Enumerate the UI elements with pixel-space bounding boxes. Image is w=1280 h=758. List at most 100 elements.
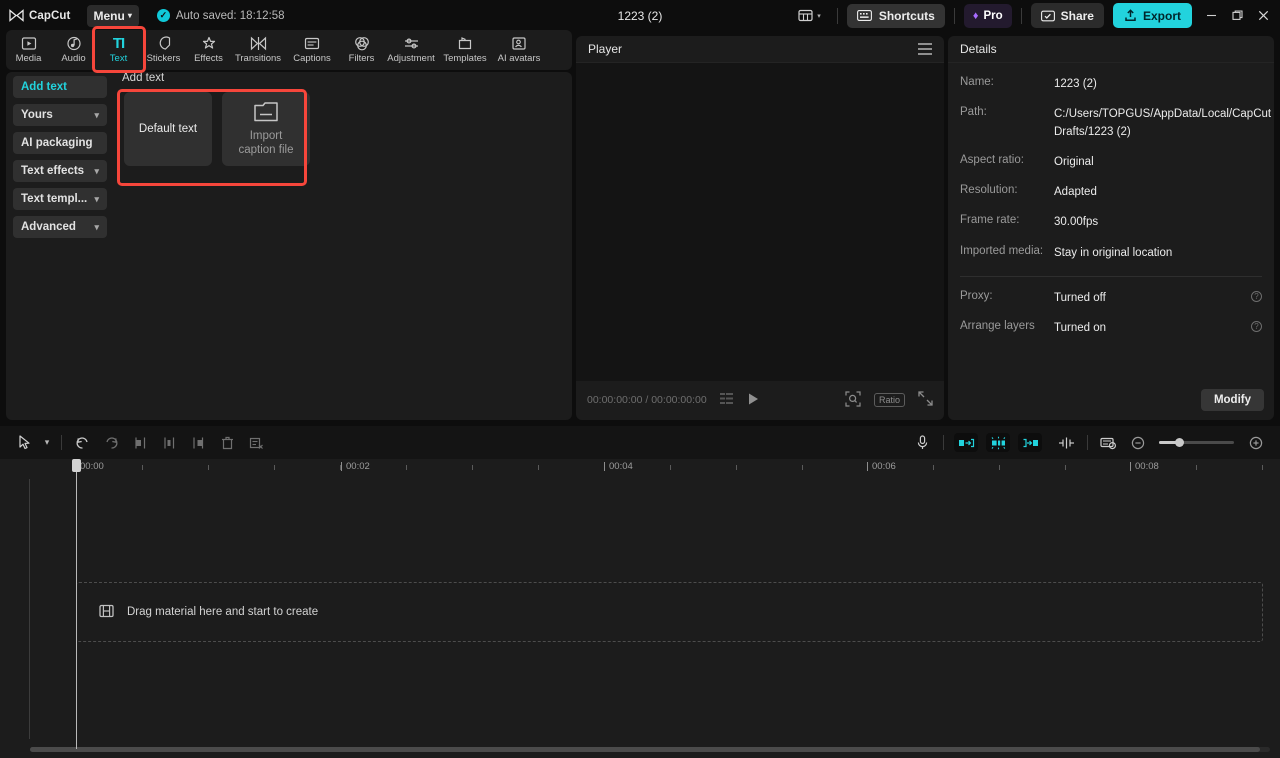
tab-audio[interactable]: Audio — [51, 31, 96, 69]
modify-button[interactable]: Modify — [1201, 389, 1264, 411]
zoom-fit-icon[interactable] — [845, 391, 861, 410]
tab-transitions[interactable]: Transitions — [231, 31, 285, 69]
transitions-icon — [250, 36, 267, 51]
export-label: Export — [1143, 9, 1181, 23]
default-text-card[interactable]: Default text — [124, 92, 212, 166]
timeline-area[interactable]: 00:00 00:02 00:04 00:06 00:08 Drag mater… — [0, 459, 1280, 758]
tab-filters[interactable]: Filters — [339, 31, 384, 69]
tab-label: Media — [16, 53, 42, 64]
player-time-display: 00:00:00:00 / 00:00:00:00 — [587, 394, 707, 406]
export-button[interactable]: Export — [1113, 3, 1192, 28]
playhead[interactable] — [76, 459, 77, 749]
tab-media[interactable]: Media — [6, 31, 51, 69]
ruler-label: 00:02 — [346, 461, 370, 472]
tab-ai-avatars[interactable]: AI avatars — [492, 31, 546, 69]
row-label: Aspect ratio: — [960, 154, 1054, 171]
undo-icon[interactable] — [68, 428, 97, 457]
app-logo: CapCut — [9, 9, 71, 22]
shortcuts-button[interactable]: Shortcuts — [847, 4, 945, 28]
row-value: Stay in original location — [1054, 245, 1172, 262]
details-row-name: Name: 1223 (2) — [948, 76, 1274, 93]
sidebar-item-text-effects[interactable]: Text effects ▾ — [13, 160, 107, 182]
share-button[interactable]: Share — [1031, 3, 1104, 28]
menu-button[interactable]: Menu ▾ — [87, 5, 139, 27]
tab-label: Audio — [61, 53, 85, 64]
sidebar-item-yours[interactable]: Yours ▾ — [13, 104, 107, 126]
zoom-slider-handle[interactable] — [1175, 438, 1184, 447]
player-list-icon[interactable] — [719, 392, 735, 408]
player-controls: 00:00:00:00 / 00:00:00:00 Ratio — [576, 381, 944, 419]
row-label: Arrange layers — [960, 320, 1054, 337]
captions-icon — [304, 36, 320, 51]
auto-cut-left-icon[interactable] — [954, 433, 978, 452]
zoom-out-icon[interactable] — [1123, 428, 1152, 457]
window-close-button[interactable] — [1250, 0, 1276, 31]
tab-templates[interactable]: Templates — [438, 31, 492, 69]
export-icon — [1124, 9, 1137, 22]
zoom-slider[interactable] — [1159, 441, 1234, 444]
row-label: Imported media: — [960, 245, 1054, 262]
details-title: Details — [960, 42, 997, 56]
ratio-button[interactable]: Ratio — [874, 393, 905, 407]
import-caption-file-card[interactable]: Import caption file — [222, 92, 310, 166]
player-canvas[interactable] — [576, 63, 944, 381]
shortcuts-label: Shortcuts — [879, 9, 935, 23]
redo-icon[interactable] — [97, 428, 126, 457]
help-icon[interactable]: ? — [1251, 321, 1262, 332]
timeline-dropzone[interactable]: Drag material here and start to create — [76, 582, 1263, 642]
player-menu-icon[interactable] — [918, 43, 932, 55]
tab-stickers[interactable]: Stickers — [141, 31, 186, 69]
row-label: Proxy: — [960, 290, 1054, 307]
tab-adjustment[interactable]: Adjustment — [384, 31, 438, 69]
divider — [837, 8, 838, 24]
text-icon: TI — [113, 36, 124, 51]
sidebar-item-text-templates[interactable]: Text templ... ▾ — [13, 188, 107, 210]
row-value: 30.00fps — [1054, 214, 1098, 231]
details-row-arrange-layers: Arrange layers Turned on ? — [948, 320, 1274, 337]
sidebar-item-ai-packaging[interactable]: AI packaging — [13, 132, 107, 154]
timeline-ruler[interactable]: 00:00 00:02 00:04 00:06 00:08 — [0, 459, 1280, 478]
window-minimize-button[interactable] — [1198, 0, 1224, 31]
divider — [61, 435, 62, 450]
chevron-down-icon[interactable]: ▾ — [39, 428, 55, 457]
ruler-label: 00:04 — [609, 461, 633, 472]
auto-cut-right-icon[interactable] — [1018, 433, 1042, 452]
section-title: Add text — [122, 72, 164, 84]
trim-right-icon[interactable] — [184, 428, 213, 457]
window-maximize-button[interactable] — [1224, 0, 1250, 31]
player-title: Player — [588, 42, 622, 56]
split-icon[interactable] — [126, 428, 155, 457]
pro-button[interactable]: ♦ Pro — [964, 4, 1012, 28]
auto-cut-mid-icon[interactable] — [986, 433, 1010, 452]
share-icon — [1041, 10, 1055, 22]
close-icon — [1258, 10, 1269, 21]
crop-clear-icon[interactable] — [242, 428, 271, 457]
tab-captions[interactable]: Captions — [285, 31, 339, 69]
trim-left-icon[interactable] — [155, 428, 184, 457]
delete-icon[interactable] — [213, 428, 242, 457]
tab-effects[interactable]: Effects — [186, 31, 231, 69]
row-label: Frame rate: — [960, 214, 1054, 231]
check-icon: ✓ — [157, 9, 170, 22]
zoom-in-icon[interactable] — [1241, 428, 1270, 457]
sidebar-item-add-text[interactable]: Add text — [13, 76, 107, 98]
keyframe-icon[interactable] — [1094, 428, 1123, 457]
sidebar-item-label: Add text — [21, 81, 67, 93]
fullscreen-icon[interactable] — [918, 391, 933, 409]
playhead-handle[interactable] — [72, 459, 81, 472]
microphone-icon[interactable] — [908, 428, 937, 457]
layout-button[interactable]: ▾ — [791, 6, 828, 25]
play-button[interactable] — [747, 392, 760, 409]
scrollbar-thumb[interactable] — [30, 747, 1260, 752]
maximize-icon — [1232, 10, 1243, 21]
text-card-list: Default text Import caption file — [124, 92, 310, 166]
timeline-horizontal-scrollbar[interactable] — [30, 747, 1270, 752]
split-marker-icon[interactable] — [1052, 428, 1081, 457]
timeline-toolbar: ▾ — [0, 426, 1280, 459]
sidebar-item-advanced[interactable]: Advanced ▾ — [13, 216, 107, 238]
track-header-divider — [29, 479, 30, 739]
select-cursor-icon[interactable] — [10, 428, 39, 457]
tab-text[interactable]: TI Text — [96, 31, 141, 69]
ruler-label: 00:08 — [1135, 461, 1159, 472]
help-icon[interactable]: ? — [1251, 291, 1262, 302]
